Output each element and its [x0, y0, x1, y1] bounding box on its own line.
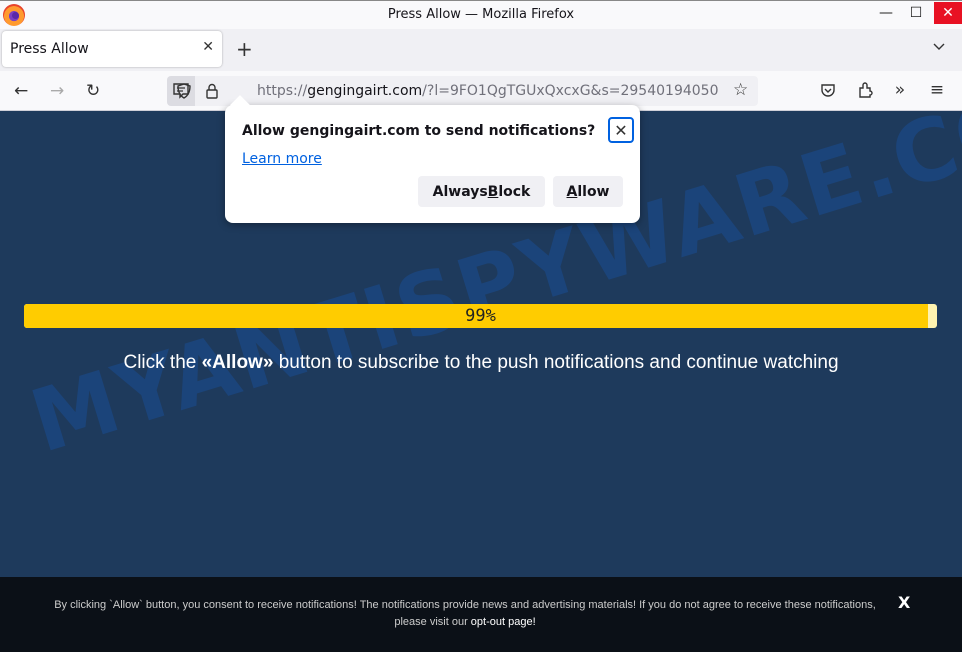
tracking-shield-icon[interactable] [175, 82, 193, 100]
tab-list-chevron-icon[interactable] [932, 39, 946, 53]
bookmark-star-icon[interactable]: ☆ [733, 80, 748, 100]
hamburger-menu-icon[interactable]: ≡ [927, 80, 947, 100]
popup-close-button[interactable]: ✕ [608, 117, 634, 143]
pocket-icon[interactable] [818, 80, 838, 100]
window-titlebar: Press Allow — Mozilla Firefox — ☐ ✕ [0, 0, 962, 29]
tab-press-allow[interactable]: Press Allow ✕ [2, 31, 222, 67]
reload-button[interactable]: ↻ [86, 81, 100, 101]
footer-close-button[interactable]: X [898, 593, 910, 612]
tab-label: Press Allow [10, 41, 89, 57]
allow-button[interactable]: Allow [553, 176, 623, 207]
instruction-message: Click the «Allow» button to subscribe to… [123, 352, 839, 373]
popup-title: Allow gengingairt.com to send notificati… [242, 123, 596, 139]
new-tab-button[interactable]: + [236, 37, 253, 61]
lock-icon[interactable] [203, 82, 221, 100]
always-block-button[interactable]: Always Block [418, 176, 545, 207]
url-text[interactable]: https://gengingairt.com/?l=9FO1QgTGUxQxc… [257, 83, 727, 99]
learn-more-link[interactable]: Learn more [242, 151, 322, 167]
tab-bar: Press Allow ✕ + [0, 29, 962, 71]
tab-close-icon[interactable]: ✕ [202, 39, 214, 55]
window-title: Press Allow — Mozilla Firefox [387, 7, 575, 22]
opt-out-link[interactable]: opt-out page! [471, 616, 536, 628]
maximize-button[interactable]: ☐ [902, 2, 930, 24]
back-button[interactable]: ← [14, 81, 28, 101]
notification-permission-popup: Allow gengingairt.com to send notificati… [225, 95, 640, 223]
consent-footer: By clicking `Allow` button, you consent … [0, 577, 962, 652]
progress-bar: 99% [24, 304, 937, 328]
extensions-puzzle-icon[interactable] [855, 80, 875, 100]
url-bar[interactable]: https://gengingairt.com/?l=9FO1QgTGUxQxc… [167, 76, 758, 106]
minimize-button[interactable]: — [872, 2, 900, 24]
overflow-menu-icon[interactable]: » [890, 80, 910, 100]
forward-button[interactable]: → [50, 81, 64, 101]
close-window-button[interactable]: ✕ [934, 2, 962, 24]
progress-label: 99% [465, 306, 496, 326]
footer-consent-text: By clicking `Allow` button, you consent … [54, 599, 876, 628]
